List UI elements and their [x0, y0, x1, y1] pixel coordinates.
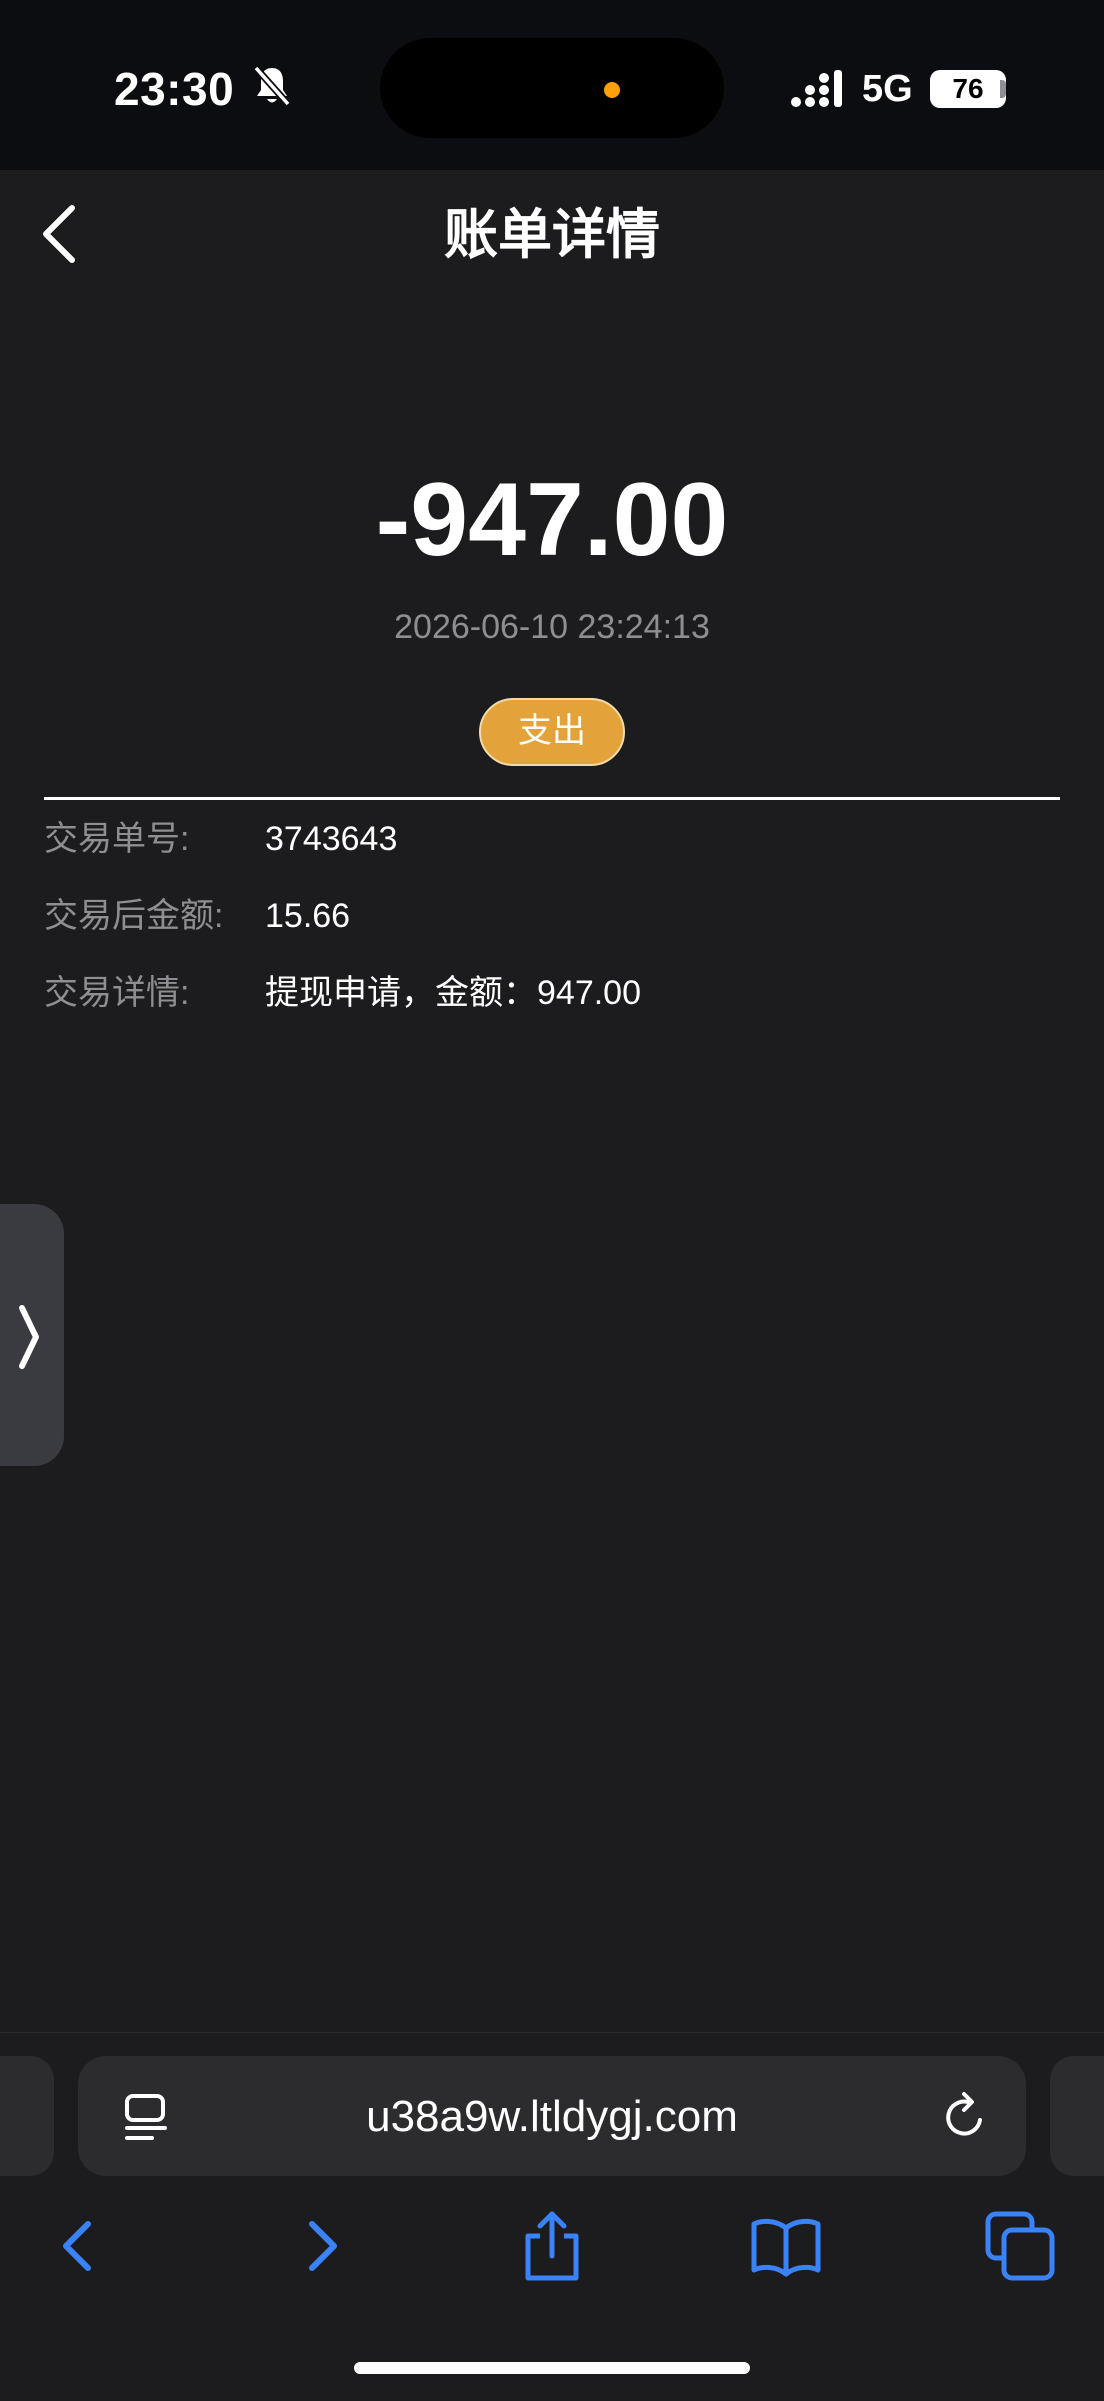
tabs-icon[interactable] [980, 2206, 1060, 2286]
transaction-amount: -947.00 [375, 462, 729, 578]
status-time: 23:30 [114, 63, 235, 115]
bookmarks-icon[interactable] [746, 2206, 826, 2286]
bell-slash-icon [253, 65, 291, 107]
battery-nub [1000, 80, 1006, 98]
divider [44, 797, 1060, 800]
recording-indicator [604, 82, 620, 98]
share-icon[interactable] [512, 2206, 592, 2286]
page-title: 账单详情 [444, 205, 660, 265]
network-type: 5G [862, 68, 913, 110]
reload-icon[interactable] [940, 2090, 992, 2144]
detail-value: 15.66 [265, 897, 351, 935]
back-icon[interactable] [40, 2206, 120, 2286]
transaction-datetime: 2026-06-10 23:24:13 [394, 608, 710, 646]
dynamic-island [380, 38, 724, 138]
transaction-type-badge: 支出 [479, 698, 625, 766]
detail-label: 交易单号: [44, 820, 190, 858]
chevron-right-icon [19, 1305, 39, 1369]
home-indicator [354, 2362, 750, 2374]
signal-icon [791, 70, 842, 107]
detail-label: 交易后金额: [44, 897, 224, 935]
detail-value: 3743643 [265, 820, 398, 858]
detail-value: 提现申请，金额：947.00 [265, 974, 641, 1012]
battery-indicator: 76 [930, 70, 1006, 108]
url-text[interactable]: u38a9w.ltldygj.com [0, 2090, 1104, 2144]
side-drawer-handle[interactable] [0, 1204, 64, 1466]
forward-icon[interactable] [280, 2206, 360, 2286]
detail-label: 交易详情: [44, 974, 190, 1012]
